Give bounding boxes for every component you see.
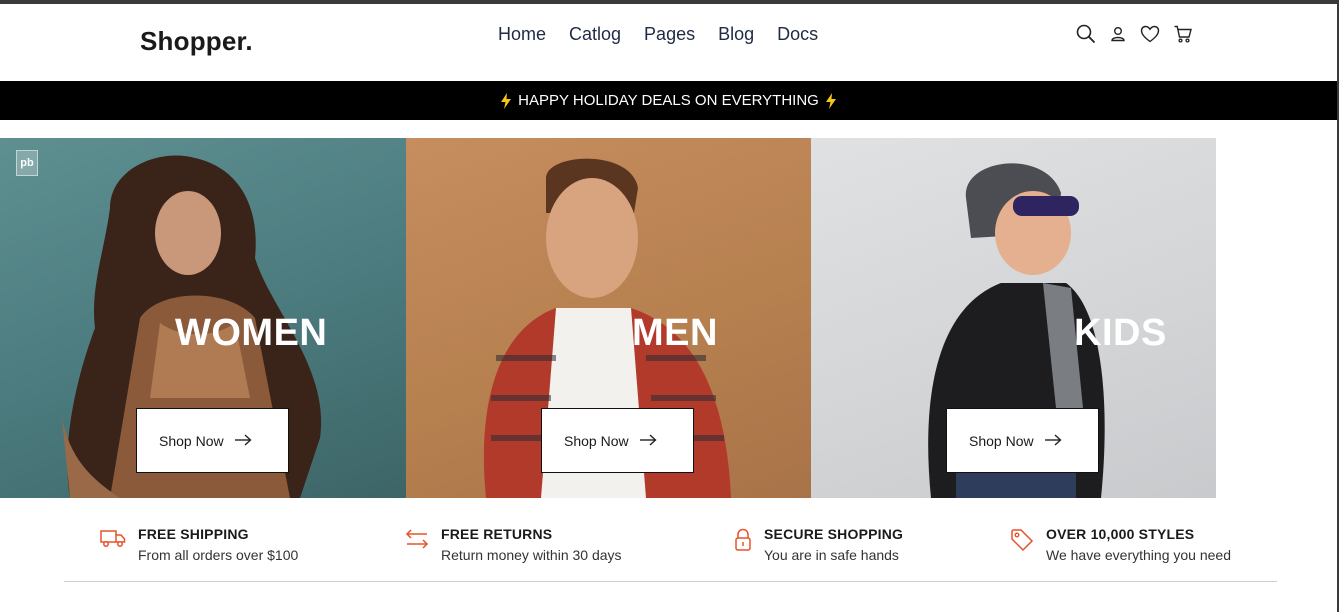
- nav-home[interactable]: Home: [498, 24, 546, 45]
- user-icon[interactable]: [1109, 25, 1127, 43]
- arrow-right-icon: [234, 433, 252, 449]
- arrow-right-icon: [639, 433, 657, 449]
- shop-now-label: Shop Now: [564, 432, 629, 449]
- search-icon[interactable]: [1076, 24, 1096, 44]
- nav-docs[interactable]: Docs: [777, 24, 818, 45]
- feature-styles: OVER 10,000 STYLES We have everything yo…: [1010, 526, 1231, 563]
- shop-now-button-kids[interactable]: Shop Now: [946, 408, 1099, 473]
- arrow-right-icon: [1044, 433, 1062, 449]
- promo-banner: HAPPY HOLIDAY DEALS ON EVERYTHING: [0, 81, 1337, 120]
- category-tiles: pb WOMEN Shop Now MEN Shop Now KIDS Shop…: [0, 138, 1216, 498]
- lightning-icon: [825, 92, 837, 109]
- feature-subtitle: From all orders over $100: [138, 547, 299, 563]
- feature-subtitle: Return money within 30 days: [441, 547, 622, 563]
- features-bar: FREE SHIPPING From all orders over $100 …: [0, 498, 1337, 582]
- lightning-icon: [500, 92, 512, 109]
- tile-title-men: MEN: [632, 312, 718, 354]
- exchange-icon: [405, 528, 429, 563]
- category-tile-kids[interactable]: KIDS Shop Now: [811, 138, 1216, 498]
- feature-subtitle: You are in safe hands: [764, 547, 899, 563]
- main-nav: Home Catlog Pages Blog Docs: [498, 24, 818, 45]
- category-tile-men[interactable]: MEN Shop Now: [406, 138, 811, 498]
- shop-now-button-women[interactable]: Shop Now: [136, 408, 289, 473]
- pb-badge: pb: [16, 150, 38, 176]
- feature-shipping: FREE SHIPPING From all orders over $100: [100, 526, 298, 563]
- shop-now-label: Shop Now: [159, 432, 224, 449]
- feature-title: SECURE SHOPPING: [764, 526, 904, 542]
- tag-icon: [1010, 528, 1034, 563]
- feature-title: OVER 10,000 STYLES: [1046, 526, 1195, 542]
- feature-returns: FREE RETURNS Return money within 30 days: [405, 526, 622, 563]
- nav-catlog[interactable]: Catlog: [569, 24, 621, 45]
- nav-blog[interactable]: Blog: [718, 24, 754, 45]
- feature-subtitle: We have everything you need: [1046, 547, 1231, 563]
- tile-title-women: WOMEN: [175, 312, 328, 354]
- cart-icon[interactable]: [1173, 24, 1193, 44]
- heart-icon[interactable]: [1140, 25, 1160, 43]
- header-icons: [1076, 24, 1193, 44]
- shop-now-button-men[interactable]: Shop Now: [541, 408, 694, 473]
- site-logo[interactable]: Shopper.: [140, 26, 253, 57]
- category-tile-women[interactable]: pb WOMEN Shop Now: [0, 138, 406, 498]
- truck-icon: [100, 528, 126, 563]
- feature-title: FREE SHIPPING: [138, 526, 249, 542]
- tile-title-kids: KIDS: [1074, 312, 1167, 354]
- nav-pages[interactable]: Pages: [644, 24, 695, 45]
- promo-text: HAPPY HOLIDAY DEALS ON EVERYTHING: [518, 92, 819, 109]
- shop-now-label: Shop Now: [969, 432, 1034, 449]
- feature-secure: SECURE SHOPPING You are in safe hands: [734, 526, 903, 563]
- feature-title: FREE RETURNS: [441, 526, 553, 542]
- site-header: Shopper. Home Catlog Pages Blog Docs: [0, 4, 1337, 81]
- section-divider: [64, 581, 1277, 582]
- lock-icon: [734, 528, 752, 563]
